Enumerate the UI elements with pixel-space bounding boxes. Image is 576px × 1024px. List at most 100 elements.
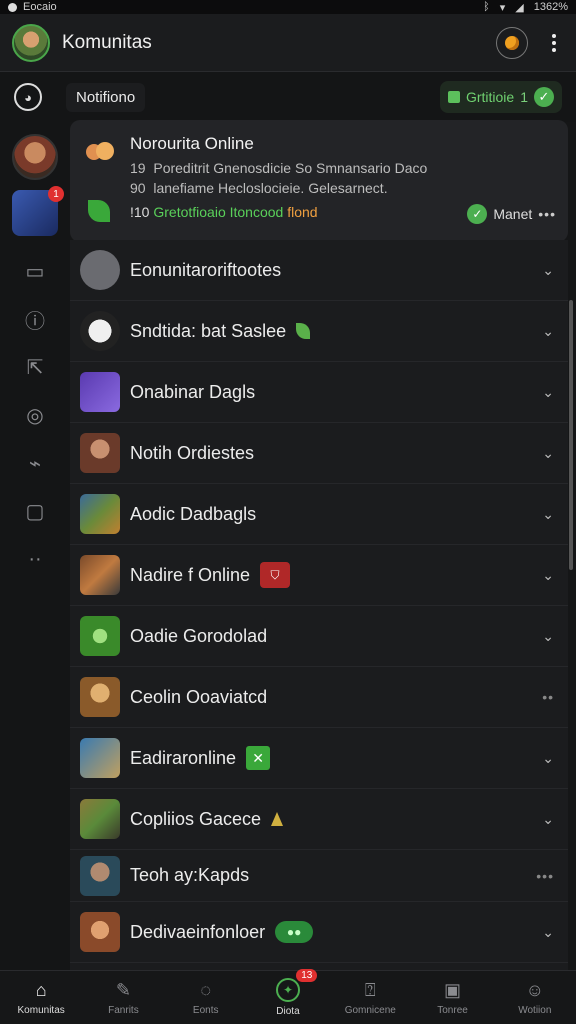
pen-icon: ✎ xyxy=(115,979,131,1000)
status-left-text: Eocaio xyxy=(23,1,57,13)
list-item[interactable]: Eonunitaroriftootes ⌄ xyxy=(70,240,568,301)
item-thumbnail xyxy=(80,799,120,839)
more-icon[interactable]: ·· xyxy=(22,546,48,572)
leaf-icon xyxy=(296,323,311,339)
list-item[interactable]: Aodic Dadbagls ⌄ xyxy=(70,484,568,545)
list-item[interactable]: Dedivaeinfonloer ●● ⌄ xyxy=(70,902,568,963)
list-item-label: Aodic Dadbagls xyxy=(130,503,257,524)
tab-label: Eonts xyxy=(192,1005,219,1016)
gamepad-icon[interactable]: ◎ xyxy=(22,402,48,428)
list-item-label: Teoh ay:Kapds xyxy=(130,865,250,885)
info-icon[interactable]: ⓘ xyxy=(22,306,48,333)
notification-card[interactable]: Norourita Online 19 Poreditrit Gnenosdic… xyxy=(70,120,568,242)
frame-icon[interactable]: ▢ xyxy=(22,498,48,524)
tab-komunitas[interactable]: ⌂ Komunitas xyxy=(0,971,82,1024)
list-item[interactable]: Nadire f Online ⛉ ⌄ xyxy=(70,545,568,606)
list-item[interactable]: Teoh ay:Kapds ••• xyxy=(70,850,568,902)
chevron-down-icon[interactable]: ⌄ xyxy=(542,506,554,523)
notification-badge: 13 xyxy=(296,969,318,982)
chevron-down-icon[interactable]: ⌄ xyxy=(542,924,554,941)
list-item-label: Copliios Gacece xyxy=(130,808,262,829)
item-thumbnail xyxy=(80,855,120,896)
document-icon[interactable]: ▭ xyxy=(22,258,48,284)
tab-label: Komunitas xyxy=(17,1005,65,1016)
list-item[interactable]: Onabinar Dagls ⌄ xyxy=(70,362,568,423)
tab-fanrits[interactable]: ✎ Fanrits xyxy=(82,971,164,1024)
list-item-label: Notih Ordiestes xyxy=(130,442,255,463)
tab-eonts[interactable]: ◌ Eonts xyxy=(165,971,247,1024)
list-item[interactable]: Oadie Gorodolad ⌄ xyxy=(70,606,568,667)
tab-tonree[interactable]: ▣ Tonree xyxy=(411,971,493,1024)
channel-list: Eonunitaroriftootes ⌄ Sndtida: bat Sasle… xyxy=(70,240,568,970)
notifications-label[interactable]: Notifiono xyxy=(66,82,146,112)
share-icon[interactable]: ⇱ xyxy=(22,354,48,380)
chevron-down-icon[interactable]: ⌄ xyxy=(542,567,554,584)
tab-label: Diota xyxy=(276,1006,300,1017)
tab-label: Fanrits xyxy=(108,1005,139,1016)
chevron-down-icon[interactable]: ⌄ xyxy=(542,323,554,340)
close-icon: ✕ xyxy=(246,746,271,770)
leaf-icon xyxy=(88,200,110,222)
item-thumbnail xyxy=(80,494,120,534)
chevron-down-icon[interactable]: ⌄ xyxy=(542,628,554,645)
list-item[interactable]: Notih Ordiestes ⌄ xyxy=(70,423,568,484)
community-icon-button[interactable]: 1 xyxy=(12,186,64,236)
item-thumbnail xyxy=(80,738,120,778)
list-item-label: Nadire f Online xyxy=(130,564,251,585)
signal-icon: ◢ xyxy=(515,1,524,14)
more-options-icon[interactable]: ••• xyxy=(536,868,554,884)
chevron-down-icon[interactable]: ⌄ xyxy=(542,445,554,462)
tab-diota[interactable]: ✦ 13 Diota xyxy=(247,969,329,1024)
page-title: Komunitas xyxy=(62,31,152,53)
user-avatar[interactable] xyxy=(12,134,58,180)
shield-icon: ⛉ xyxy=(260,562,291,588)
tab-label: Gomnicene xyxy=(344,1005,396,1016)
item-thumbnail xyxy=(80,311,120,351)
profile-icon: ☺ xyxy=(525,979,545,1000)
status-bar: Eocaio ᛒ ▾ ◢ 1362% xyxy=(0,0,576,14)
notification-more-button[interactable]: ••• xyxy=(538,206,556,222)
item-thumbnail xyxy=(80,433,120,473)
chevron-down-icon[interactable]: ⌄ xyxy=(542,811,554,828)
wifi-icon: ▾ xyxy=(499,1,506,14)
sub-bar: ◕ Notifiono Grtitioie 1 ✓ xyxy=(0,72,576,122)
side-rail: 1 ▭ ⓘ ⇱ ◎ ⌁ ▢ ·· xyxy=(0,122,70,970)
bottom-nav: ⌂ Komunitas ✎ Fanrits ◌ Eonts ✦ 13 Diota… xyxy=(0,969,576,1024)
list-item-label: Eadiraronline xyxy=(130,747,237,768)
list-item[interactable]: Sndtida: bat Saslee ⌄ xyxy=(70,301,568,362)
tag-icon[interactable]: ⌁ xyxy=(22,450,48,476)
list-item[interactable]: Ceolin Ooaviatcd •• xyxy=(70,667,568,728)
list-item-label: Dedivaeinfonloer xyxy=(130,921,266,942)
notification-line-2: 90 lanefiame Hecloslocieie. Gelesarnect. xyxy=(130,180,388,196)
list-item[interactable]: Copliios Gacece ⌄ xyxy=(70,789,568,850)
battery-text: 1362% xyxy=(533,1,568,13)
list-item-label: Sndtida: bat Saslee xyxy=(130,320,287,341)
status-pill-text: Grtitioie xyxy=(465,89,515,105)
status-pill[interactable]: Grtitioie 1 ✓ xyxy=(439,81,562,113)
chevron-down-icon[interactable]: ⌄ xyxy=(542,384,554,401)
list-item-label: Ceolin Ooaviatcd xyxy=(130,686,268,707)
chevron-down-icon[interactable]: ⌄ xyxy=(542,750,554,767)
item-thumbnail xyxy=(80,372,120,412)
game-controller-icon[interactable]: ◕ xyxy=(14,83,42,111)
coin-button[interactable] xyxy=(496,26,528,59)
community-avatar[interactable] xyxy=(12,23,50,62)
overflow-menu-button[interactable] xyxy=(544,33,564,52)
chevron-down-icon[interactable]: ⌄ xyxy=(542,262,554,279)
item-thumbnail xyxy=(80,616,120,656)
check-icon: ✓ xyxy=(467,204,488,224)
tab-label: Tonree xyxy=(437,1005,468,1016)
notification-title: Norourita Online xyxy=(130,134,254,153)
person-icon xyxy=(80,250,120,290)
tab-wotiion[interactable]: ☺ Wotiion xyxy=(494,971,576,1024)
tab-gomnicene[interactable]: ⍰ Gomnicene xyxy=(329,971,411,1024)
app-bar: Komunitas xyxy=(0,14,576,72)
game-icon: ✦ xyxy=(275,978,300,1002)
home-icon: ⌂ xyxy=(35,979,47,1000)
more-options-icon[interactable]: •• xyxy=(542,689,554,705)
scrollbar[interactable] xyxy=(569,300,573,570)
list-item[interactable]: Eadiraronline ✕ ⌄ xyxy=(70,728,568,789)
status-pill-count: 1 xyxy=(520,89,528,105)
notification-line-1: 19 Poreditrit Gnenosdicie So Smnansario … xyxy=(130,160,428,176)
notification-meta: ✓ Manet ••• xyxy=(467,204,556,224)
